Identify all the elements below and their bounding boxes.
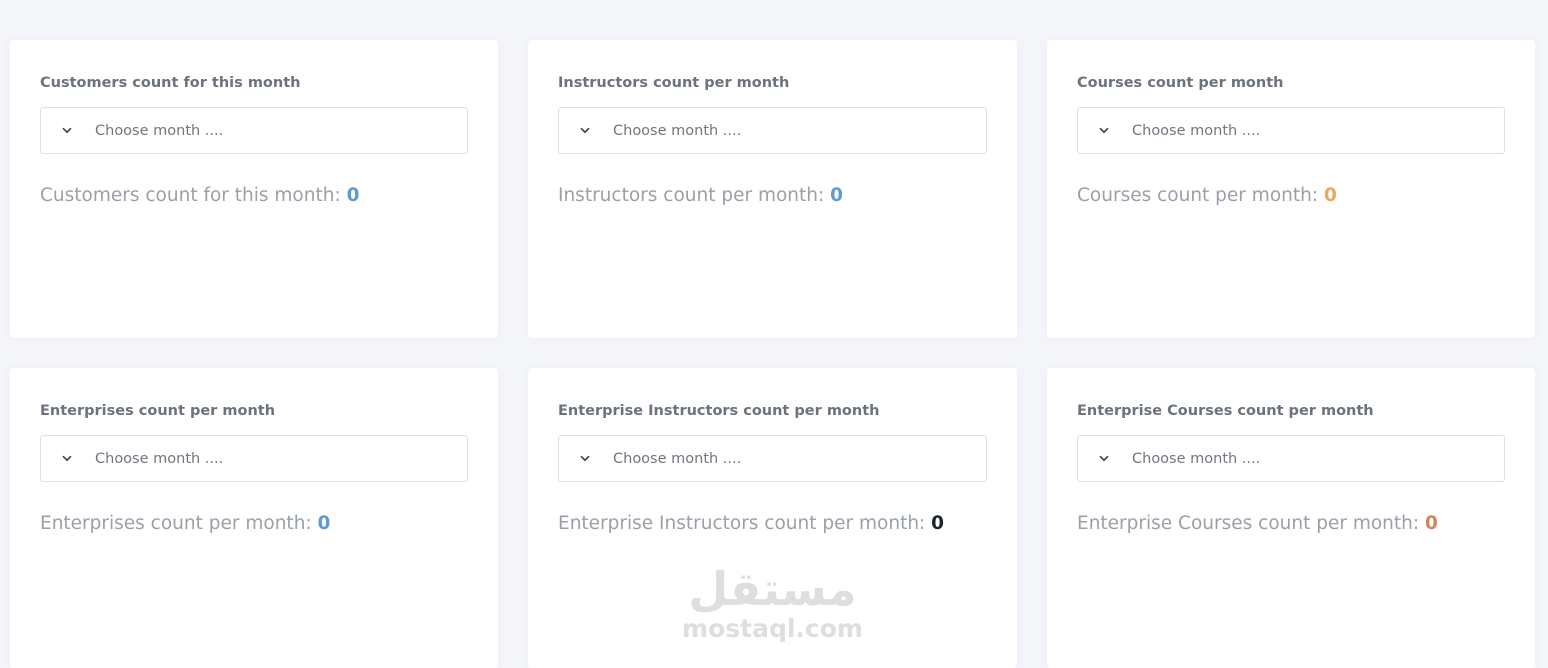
month-select[interactable]: Choose month .... <box>40 435 468 482</box>
count-line: Enterprises count per month: 0 <box>40 512 468 536</box>
chevron-down-icon <box>1096 123 1112 139</box>
card-title: Instructors count per month <box>558 75 790 91</box>
month-select[interactable]: Choose month .... <box>1077 107 1505 154</box>
month-select[interactable]: Choose month .... <box>558 107 987 154</box>
courses-count-card: Courses count per month Choose month ...… <box>1047 40 1535 338</box>
month-select[interactable]: Choose month .... <box>40 107 468 154</box>
count-line: Enterprise Courses count per month: 0 <box>1077 512 1505 536</box>
count-line: Courses count per month: 0 <box>1077 184 1505 208</box>
enterprise-instructors-count-card: Enterprise Instructors count per month C… <box>528 368 1017 668</box>
enterprise-courses-count-card: Enterprise Courses count per month Choos… <box>1047 368 1535 668</box>
chevron-down-icon <box>1096 451 1112 467</box>
month-select[interactable]: Choose month .... <box>558 435 987 482</box>
month-select-placeholder: Choose month .... <box>613 122 742 139</box>
count-label: Enterprise Courses count per month: <box>1077 513 1420 534</box>
month-select-placeholder: Choose month .... <box>95 450 224 467</box>
card-title: Enterprise Instructors count per month <box>558 403 880 419</box>
count-label: Customers count for this month: <box>40 185 341 206</box>
chevron-down-icon <box>577 123 593 139</box>
watermark-arabic: مستقل <box>688 562 857 616</box>
chevron-down-icon <box>577 451 593 467</box>
card-title: Customers count for this month <box>40 75 301 91</box>
card-title: Enterprises count per month <box>40 403 276 419</box>
month-select-placeholder: Choose month .... <box>613 450 742 467</box>
month-select-placeholder: Choose month .... <box>95 122 224 139</box>
month-select-placeholder: Choose month .... <box>1132 122 1261 139</box>
month-select-placeholder: Choose month .... <box>1132 450 1261 467</box>
count-line: Enterprise Instructors count per month: … <box>558 512 987 536</box>
count-value: 0 <box>830 185 844 206</box>
card-title: Enterprise Courses count per month <box>1077 403 1374 419</box>
instructors-count-card: Instructors count per month Choose month… <box>528 40 1017 338</box>
chevron-down-icon <box>59 451 75 467</box>
dashboard-grid: Customers count for this month Choose mo… <box>10 40 1535 668</box>
count-line: Customers count for this month: 0 <box>40 184 468 208</box>
card-title: Courses count per month <box>1077 75 1284 91</box>
count-label: Enterprises count per month: <box>40 513 312 534</box>
count-value: 0 <box>1323 185 1337 206</box>
customers-count-card: Customers count for this month Choose mo… <box>10 40 498 338</box>
count-value: 0 <box>317 513 331 534</box>
count-value: 0 <box>1425 513 1438 534</box>
month-select[interactable]: Choose month .... <box>1077 435 1505 482</box>
watermark-latin: mostaql.com <box>682 614 863 643</box>
count-value: 0 <box>346 185 360 206</box>
enterprises-count-card: Enterprises count per month Choose month… <box>10 368 498 668</box>
count-label: Courses count per month: <box>1077 185 1319 206</box>
chevron-down-icon <box>59 123 75 139</box>
mostaql-watermark: مستقل mostaql.com <box>682 566 863 644</box>
count-line: Instructors count per month: 0 <box>558 184 987 208</box>
count-label: Instructors count per month: <box>558 185 825 206</box>
count-value: 0 <box>931 513 945 534</box>
count-label: Enterprise Instructors count per month: <box>558 513 926 534</box>
